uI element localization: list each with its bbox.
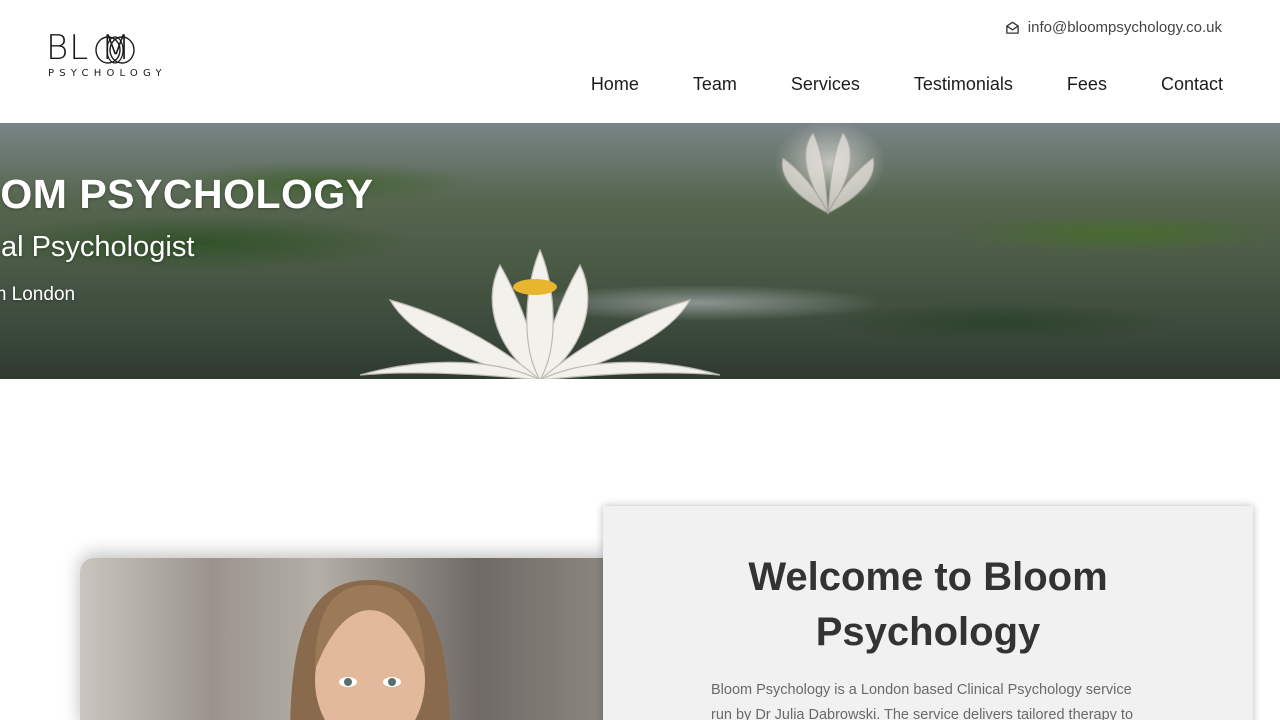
welcome-title-line1: Welcome to Bloom bbox=[748, 555, 1108, 599]
site-header: BL M PSYCHOLOGY info@bloompsychology.co.… bbox=[0, 0, 1280, 123]
hero-location: am London bbox=[0, 284, 76, 305]
email-link[interactable]: info@bloompsychology.co.uk bbox=[1005, 17, 1222, 37]
bloom-logo[interactable]: BL M PSYCHOLOGY bbox=[46, 28, 174, 84]
hero-subtitle: ical Psychologist bbox=[0, 231, 195, 263]
welcome-card: Welcome to Bloom Psychology Bloom Psycho… bbox=[603, 506, 1253, 720]
nav-fees[interactable]: Fees bbox=[1013, 72, 1107, 96]
nav-contact[interactable]: Contact bbox=[1107, 72, 1223, 96]
welcome-title: Welcome to Bloom Psychology bbox=[603, 550, 1253, 660]
psychologist-photo bbox=[80, 558, 610, 720]
email-text: info@bloompsychology.co.uk bbox=[1027, 18, 1222, 36]
welcome-body: Bloom Psychology is a London based Clini… bbox=[711, 682, 1134, 720]
nav-team[interactable]: Team bbox=[639, 72, 737, 96]
welcome-title-line2: Psychology bbox=[815, 610, 1041, 654]
main-nav: Home Team Services Testimonials Fees Con… bbox=[591, 72, 1223, 96]
logo-subtitle: PSYCHOLOGY bbox=[48, 68, 167, 79]
person-portrait-image bbox=[290, 580, 450, 720]
hero-title: OOM PSYCHOLOGY bbox=[0, 171, 374, 217]
nav-services[interactable]: Services bbox=[737, 72, 860, 96]
water-lily-image bbox=[359, 248, 721, 379]
logo-rings-icon bbox=[95, 36, 135, 64]
water-lily-image bbox=[781, 132, 875, 215]
envelope-open-icon bbox=[1006, 21, 1019, 34]
nav-testimonials[interactable]: Testimonials bbox=[860, 72, 1013, 96]
nav-home[interactable]: Home bbox=[591, 72, 639, 96]
hero-banner: OOM PSYCHOLOGY ical Psychologist am Lond… bbox=[0, 123, 1280, 379]
